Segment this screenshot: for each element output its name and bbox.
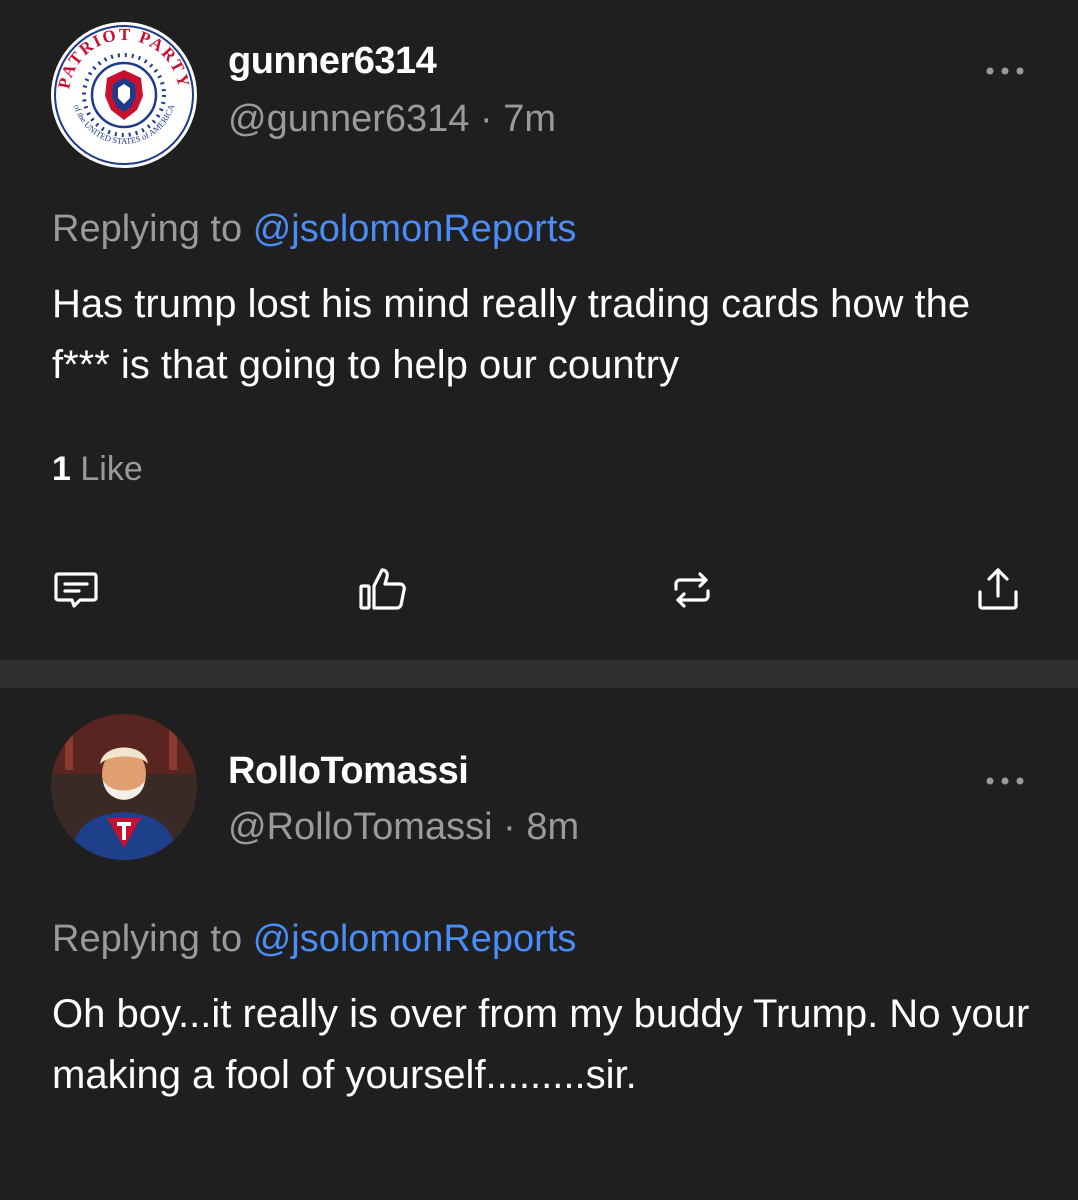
- display-name[interactable]: gunner6314: [228, 40, 437, 83]
- handle-timestamp: @RolloTomassi · 8m: [228, 806, 579, 849]
- repost-icon: [674, 572, 710, 608]
- patriot-party-seal-icon: PATRIOT PARTY of the UNITED STATES of AM…: [52, 23, 196, 167]
- caricature-portrait-icon: [51, 714, 197, 860]
- post-body: Oh boy...it really is over from my buddy…: [52, 992, 1030, 1097]
- mention-link[interactable]: @jsolomonReports: [253, 208, 577, 250]
- thumbs-up-icon: [359, 568, 406, 610]
- repost-button[interactable]: [664, 562, 720, 618]
- like-count-number: 1: [52, 450, 71, 488]
- mention-link[interactable]: @jsolomonReports: [253, 918, 577, 960]
- post-gunner6314: PATRIOT PARTY of the UNITED STATES of AM…: [0, 0, 1078, 660]
- replying-prefix: Replying to: [52, 918, 243, 960]
- more-options-button[interactable]: [980, 766, 1030, 796]
- display-name[interactable]: RolloTomassi: [228, 750, 469, 793]
- avatar[interactable]: [51, 714, 197, 860]
- more-horizontal-icon: [986, 67, 1024, 75]
- replying-to: Replying to @jsolomonReports: [52, 918, 576, 961]
- replying-prefix: Replying to: [52, 208, 243, 250]
- comment-icon: [54, 572, 98, 608]
- post-separator: [0, 660, 1078, 688]
- more-options-button[interactable]: [980, 56, 1030, 86]
- like-count[interactable]: 1 Like: [52, 450, 143, 489]
- separator-dot: ·: [503, 806, 516, 848]
- share-icon: [978, 568, 1018, 610]
- user-handle[interactable]: @gunner6314: [228, 98, 469, 140]
- post-time: 8m: [526, 806, 580, 848]
- avatar[interactable]: PATRIOT PARTY of the UNITED STATES of AM…: [51, 22, 197, 168]
- like-count-label: Like: [80, 450, 143, 488]
- comment-button[interactable]: [48, 562, 104, 618]
- post-body: Has trump lost his mind really trading c…: [52, 282, 971, 387]
- share-button[interactable]: [970, 562, 1026, 618]
- replying-to: Replying to @jsolomonReports: [52, 208, 576, 251]
- post-time: 7m: [503, 98, 557, 140]
- separator-dot: ·: [480, 98, 493, 140]
- handle-timestamp: @gunner6314 · 7m: [228, 98, 556, 141]
- more-horizontal-icon: [986, 777, 1024, 785]
- like-button[interactable]: [355, 562, 411, 618]
- user-handle[interactable]: @RolloTomassi: [228, 806, 493, 848]
